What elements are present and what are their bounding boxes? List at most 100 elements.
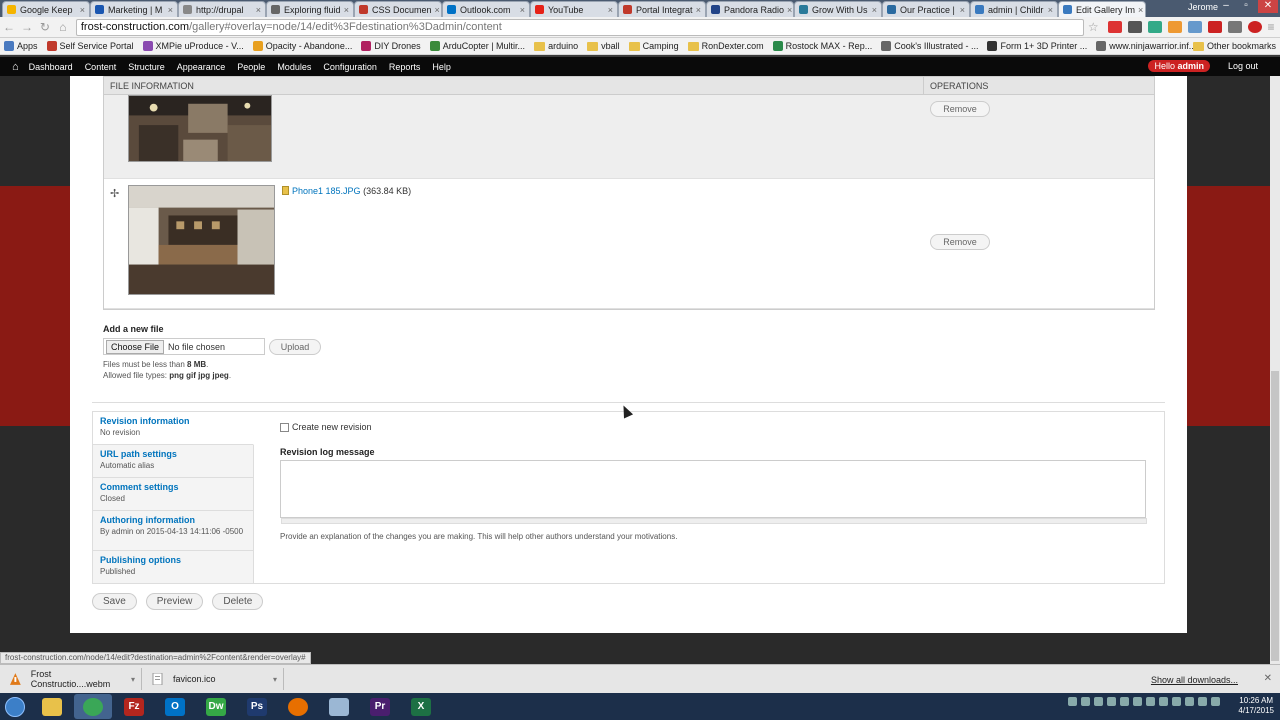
- scrollbar-thumb[interactable]: [1271, 371, 1279, 661]
- bookmark-item[interactable]: XMPie uProduce - V...: [142, 41, 244, 51]
- browser-tab[interactable]: Marketing | M ×: [90, 1, 178, 17]
- reload-icon[interactable]: ↻: [36, 20, 54, 34]
- textarea-resize-grip[interactable]: [281, 518, 1147, 524]
- hello-user-badge[interactable]: Hello admin: [1148, 60, 1210, 72]
- bookmark-item[interactable]: Opacity - Abandone...: [252, 41, 352, 51]
- maximize-window-button[interactable]: ▫: [1236, 0, 1256, 13]
- bookmark-item[interactable]: Camping: [628, 41, 679, 51]
- system-clock[interactable]: 10:26 AM 4/17/2015: [1238, 696, 1274, 716]
- bookmark-item[interactable]: Cook's Illustrated - ...: [881, 41, 978, 51]
- home-icon[interactable]: ⌂: [12, 61, 19, 73]
- preview-button[interactable]: Preview: [145, 593, 204, 610]
- tab-close-icon[interactable]: ×: [869, 5, 877, 15]
- extension-icon[interactable]: [1248, 21, 1263, 33]
- close-window-button[interactable]: ✕: [1258, 0, 1278, 13]
- upload-button[interactable]: Upload: [269, 338, 321, 355]
- browser-tab[interactable]: Google Keep ×: [2, 1, 90, 17]
- browser-tab[interactable]: Outlook.com ×: [442, 1, 530, 17]
- tab-close-icon[interactable]: ×: [341, 5, 349, 15]
- admin-menu-content[interactable]: Content: [85, 62, 117, 72]
- vertical-tab-comment-settings[interactable]: Comment settings Closed: [93, 478, 253, 511]
- taskbar-app-photoshop[interactable]: Ps: [238, 694, 276, 719]
- logout-link[interactable]: Log out: [1228, 61, 1258, 71]
- tab-close-icon[interactable]: ×: [165, 5, 173, 15]
- browser-tab[interactable]: http://drupal ×: [178, 1, 266, 17]
- admin-menu-help[interactable]: Help: [432, 62, 451, 72]
- create-new-revision-checkbox[interactable]: [280, 422, 289, 432]
- show-all-downloads-link[interactable]: Show all downloads...: [1151, 675, 1238, 685]
- taskbar-app-firefox[interactable]: [279, 694, 317, 719]
- tab-close-icon[interactable]: ×: [957, 5, 965, 15]
- network-icon[interactable]: [1211, 697, 1220, 706]
- menu-icon[interactable]: ≡: [1262, 20, 1280, 34]
- other-bookmarks[interactable]: Other bookmarks: [1192, 41, 1276, 51]
- chevron-down-icon[interactable]: ▾: [131, 675, 135, 684]
- tab-close-icon[interactable]: ×: [784, 5, 792, 15]
- browser-tab[interactable]: CSS Documen ×: [354, 1, 442, 17]
- bookmark-item[interactable]: RonDexter.com: [687, 41, 764, 51]
- extension-icon[interactable]: [1208, 21, 1223, 33]
- create-new-revision-label[interactable]: Create new revision: [292, 422, 372, 432]
- admin-menu-structure[interactable]: Structure: [128, 62, 165, 72]
- remove-file-button[interactable]: Remove: [930, 101, 990, 117]
- vertical-tab-authoring-information[interactable]: Authoring information By admin on 2015-0…: [93, 511, 253, 551]
- bookmark-item[interactable]: Form 1+ 3D Printer ...: [987, 41, 1087, 51]
- taskbar-app-chrome[interactable]: [74, 694, 112, 719]
- revision-log-textarea[interactable]: [280, 460, 1147, 524]
- tab-close-icon[interactable]: ×: [1135, 5, 1143, 15]
- tray-icon[interactable]: [1120, 697, 1129, 706]
- taskbar-app-explorer[interactable]: [33, 694, 71, 719]
- admin-menu-dashboard[interactable]: Dashboard: [29, 62, 73, 72]
- tab-close-icon[interactable]: ×: [432, 5, 440, 15]
- address-bar[interactable]: frost-construction.com/gallery#overlay=n…: [75, 18, 1085, 36]
- bookmark-item[interactable]: ArduCopter | Multir...: [429, 41, 525, 51]
- choose-file-button[interactable]: Choose File: [106, 339, 165, 354]
- browser-tab[interactable]: Edit Gallery Im ×: [1058, 1, 1146, 17]
- remove-file-button[interactable]: Remove: [930, 234, 990, 250]
- taskbar-app-filezilla[interactable]: Fz: [115, 694, 153, 719]
- volume-icon[interactable]: [1198, 697, 1207, 706]
- taskbar-app-dreamweaver[interactable]: Dw: [197, 694, 235, 719]
- tab-close-icon[interactable]: ×: [605, 5, 613, 15]
- taskbar-app-premiere[interactable]: Pr: [361, 694, 399, 719]
- minimize-window-button[interactable]: –: [1216, 0, 1236, 13]
- tray-icon[interactable]: [1081, 697, 1090, 706]
- browser-tab[interactable]: Grow With Us ×: [794, 1, 882, 17]
- tray-icon[interactable]: [1107, 697, 1116, 706]
- bookmark-item[interactable]: Rostock MAX - Rep...: [772, 41, 872, 51]
- page-scrollbar[interactable]: [1270, 76, 1280, 664]
- bookmark-item[interactable]: arduino: [534, 41, 578, 51]
- extension-icon[interactable]: [1148, 21, 1163, 33]
- start-button[interactable]: [0, 693, 30, 720]
- chevron-down-icon[interactable]: ▾: [273, 675, 277, 684]
- browser-tab[interactable]: Exploring fluid ×: [266, 1, 354, 17]
- drag-handle-icon[interactable]: ✢: [110, 187, 119, 200]
- tab-close-icon[interactable]: ×: [693, 5, 701, 15]
- tray-icon[interactable]: [1185, 697, 1194, 706]
- forward-arrow-icon[interactable]: →: [18, 20, 36, 34]
- tab-close-icon[interactable]: ×: [253, 5, 261, 15]
- bookmark-star-icon[interactable]: ☆: [1084, 20, 1102, 34]
- taskbar-app-notepad[interactable]: [320, 694, 358, 719]
- browser-tab[interactable]: Our Practice | ×: [882, 1, 970, 17]
- bookmark-item[interactable]: DIY Drones: [361, 41, 421, 51]
- bookmark-item[interactable]: vball: [587, 41, 620, 51]
- tray-icon[interactable]: [1094, 697, 1103, 706]
- tray-icon[interactable]: [1068, 697, 1077, 706]
- vertical-tab-revision-information[interactable]: Revision information No revision: [93, 412, 254, 445]
- extension-icon[interactable]: [1168, 21, 1183, 33]
- admin-menu-reports[interactable]: Reports: [389, 62, 421, 72]
- browser-tab[interactable]: admin | Childr ×: [970, 1, 1058, 17]
- download-item[interactable]: Frost Constructio....webm ▾: [6, 668, 142, 690]
- extension-icon[interactable]: [1108, 21, 1123, 33]
- extension-icon[interactable]: [1128, 21, 1143, 33]
- tray-icon[interactable]: [1172, 697, 1181, 706]
- file-chooser[interactable]: Choose File No file chosen: [103, 338, 265, 355]
- bookmark-item[interactable]: www.ninjawarrior.inf...: [1096, 41, 1196, 51]
- admin-menu-configuration[interactable]: Configuration: [323, 62, 377, 72]
- download-item[interactable]: favicon.ico ▾: [148, 668, 284, 690]
- home-icon[interactable]: ⌂: [54, 20, 72, 34]
- admin-menu-appearance[interactable]: Appearance: [177, 62, 226, 72]
- taskbar-app-outlook[interactable]: O: [156, 694, 194, 719]
- admin-menu-people[interactable]: People: [237, 62, 265, 72]
